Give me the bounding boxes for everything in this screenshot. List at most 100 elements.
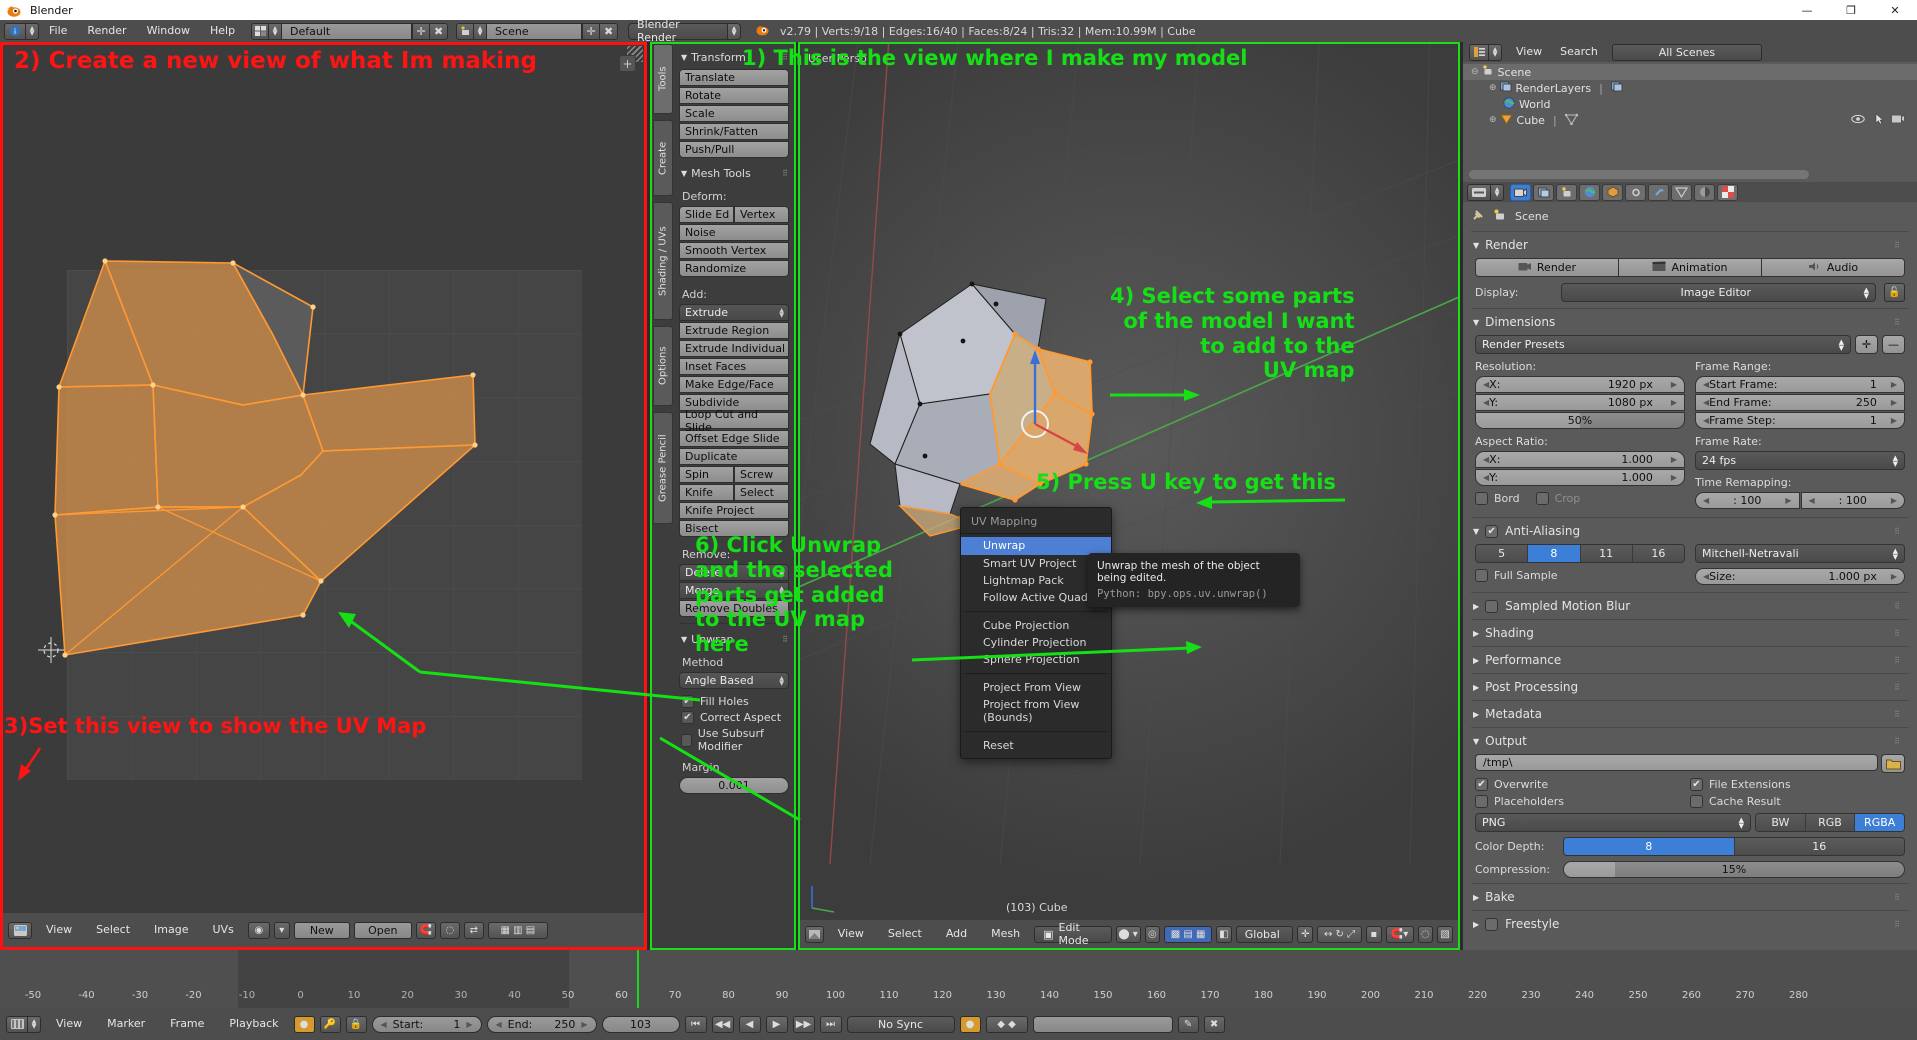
time-remap-new-field[interactable]: ◀: 100 ▶ [1800,492,1905,509]
viewport-canvas[interactable]: User Persp (103) Cube UV Mapping Unwrap … [800,44,1458,920]
sync-mode-select[interactable]: No Sync [846,1015,955,1033]
render-presets-select[interactable]: Render Presets ▲ ▼ [1475,335,1851,354]
delete-scene-button[interactable]: ✖ [600,22,619,40]
unwrap-method-dropdown[interactable]: Angle Based ▲ ▼ [679,672,789,689]
mesh-select-mode-group[interactable]: ▩ ▤ ▦ [1164,925,1213,943]
aa-filter-select[interactable]: Mitchell-Netravali ▲ ▼ [1695,544,1905,563]
aa-size-field[interactable]: ◀ Size: 1.000 px ▶ [1695,568,1905,585]
section-sampled-motion-blur[interactable]: ▶ Sampled Motion Blur ⠿ [1471,595,1909,617]
uv-sync-icon[interactable]: ⇄ [463,921,484,939]
editor-type-icon[interactable]: i [4,22,26,40]
checkbox-freestyle[interactable] [1485,917,1499,931]
tool-extrude-individual[interactable]: Extrude Individual [679,340,789,357]
checkbox-sampled-motion-blur[interactable] [1485,599,1499,613]
playhead[interactable] [637,950,639,1008]
maximize-button[interactable]: ❐ [1829,0,1873,20]
checkbox-crop[interactable] [1535,492,1549,505]
end-frame-input[interactable]: ◀ End: 250 ▶ [486,1015,597,1033]
tool-extrude-region[interactable]: Extrude Region [679,322,789,339]
viewport-editor-type-icon[interactable] [805,925,824,943]
timeline-menu-marker[interactable]: Marker [97,1013,155,1035]
aspect-x-field[interactable]: ◀ X: 1.000 ▶ [1475,451,1685,468]
start-frame-input[interactable]: ◀ Start: 1 ▶ [371,1015,482,1033]
aspect-y-field[interactable]: ◀ Y: 1.000 ▶ [1475,469,1685,486]
expand-toggle-icon[interactable]: ⊕ [1489,83,1497,93]
play-reverse-icon[interactable]: ◀ [738,1015,761,1033]
timeline-menu-view[interactable]: View [46,1013,92,1035]
checkbox-use-subsurf[interactable] [681,733,692,747]
menu-item-project-from-view-bounds[interactable]: Project from View (Bounds) [961,696,1111,726]
renderability-camera-icon[interactable] [1891,113,1905,127]
screen-layout-spinner[interactable]: ▲ ▼ [269,22,283,40]
remove-preset-button[interactable]: — [1882,335,1905,354]
layer-icon[interactable]: ▪ [1365,925,1382,943]
jump-next-keyframe-icon[interactable]: ▶▶ [792,1015,815,1033]
screen-layout-field[interactable]: Default [282,22,413,40]
tool-loop-cut-and-slide[interactable]: Loop Cut and Slide [679,408,789,434]
delete-screen-layout-button[interactable]: ✖ [430,22,449,40]
unwrap-correct-aspect-row[interactable]: ✔ Correct Aspect [681,711,789,724]
tab-data-properties[interactable] [1671,183,1692,201]
manipulator-toggle-icon[interactable]: ✛ [1297,925,1314,943]
tool-make-edge-face[interactable]: Make Edge/Face [679,376,789,393]
play-icon[interactable]: ▶ [765,1015,788,1033]
snap-group-icon[interactable]: 🧲▾ [1385,925,1414,943]
interaction-mode-select[interactable]: ▣ Edit Mode [1034,921,1112,947]
editor-type-spinner[interactable]: ▲ ▼ [26,22,39,40]
jump-to-end-icon[interactable]: ⏭ [819,1015,842,1033]
timeline-menu-frame[interactable]: Frame [160,1013,214,1035]
uv-select-mode-group[interactable]: ▦ ▥ ▤ [487,921,548,939]
tool-translate[interactable]: Translate [679,69,789,86]
menu-help[interactable]: Help [200,20,245,42]
unwrap-use-subsurf-row[interactable]: Use Subsurf Modifier [681,727,789,753]
renderlayer-data-icon[interactable] [1610,81,1623,95]
proportional-edit-icon[interactable]: ◌ [1417,925,1434,943]
outliner-menu-search[interactable]: Search [1556,41,1602,63]
render-preview-icon[interactable]: ▧ [1437,925,1454,943]
section-bake[interactable]: ▶ Bake ⠿ [1471,886,1909,908]
aa-sample-8[interactable]: 8 [1528,545,1581,562]
aa-sample-11[interactable]: 11 [1580,545,1633,562]
transform-orientation-select[interactable]: Global [1235,925,1294,943]
checkbox-overwrite[interactable]: ✔ [1475,778,1488,791]
time-remap-old-field[interactable]: ◀: 100 ▶ [1695,492,1800,509]
uv-editor-canvas[interactable]: + [3,45,644,913]
screen-layout-icon[interactable] [251,22,270,40]
tool-knife-project[interactable]: Knife Project [679,502,789,519]
unwrap-fill-holes-row[interactable]: ✔ Fill Holes [681,695,789,708]
properties-editor-type-spinner[interactable]: ▲ ▼ [1491,183,1504,201]
margin-value-field[interactable]: 0.001 [679,777,789,794]
tool-push-pull[interactable]: Push/Pull [679,141,789,158]
viewport-shading-icon[interactable]: ⬤ ▾ [1115,925,1141,943]
timeline-editor-type-spinner[interactable]: ▲ ▼ [28,1015,41,1033]
menu-item-project-from-view[interactable]: Project From View [961,679,1111,696]
outliner-editor-type-icon[interactable] [1469,43,1489,61]
section-post-processing[interactable]: ▶ Post Processing ⠿ [1471,676,1909,698]
color-mode-bw[interactable]: BW [1756,814,1806,831]
section-render-header[interactable]: ▼ Render ⠿ [1471,234,1909,256]
tool-spin[interactable]: Spin [679,466,734,483]
keying-remove-icon[interactable]: ✖ [1203,1015,1225,1033]
tool-rotate[interactable]: Rotate [679,87,789,104]
expand-toggle-icon[interactable]: ⊖ [1471,67,1479,77]
tab-constraints-properties[interactable] [1625,183,1646,201]
keying-set-field[interactable] [1032,1015,1173,1033]
outliner-row-renderlayers[interactable]: ⊕ RenderLayers | [1463,80,1917,96]
section-freestyle[interactable]: ▶ Freestyle ⠿ [1471,913,1909,935]
tool-bisect[interactable]: Bisect [679,520,789,537]
section-performance[interactable]: ▶ Performance ⠿ [1471,649,1909,671]
file-format-select[interactable]: PNG ▲ ▼ [1475,813,1751,832]
compression-slider[interactable]: 15% [1563,861,1905,878]
manipulator-mode-group[interactable]: ↔ ↻ ⤢ [1317,925,1362,943]
tab-object-properties[interactable] [1602,183,1623,201]
tab-material-properties[interactable] [1694,183,1715,201]
frame-step-field[interactable]: ◀ Frame Step: 1 ▶ [1695,412,1905,429]
tool-remove-doubles[interactable]: Remove Doubles [679,600,789,617]
viewport-menu-select[interactable]: Select [878,923,932,945]
close-button[interactable]: ✕ [1873,0,1917,20]
tool-shrink-fatten[interactable]: Shrink/Fatten [679,123,789,140]
uv-snap-icon[interactable]: 🧲 [415,921,436,939]
keying-set-icon[interactable]: 🔑 [319,1015,341,1033]
aa-sample-16[interactable]: 16 [1632,545,1684,562]
viewport-menu-view[interactable]: View [828,923,874,945]
